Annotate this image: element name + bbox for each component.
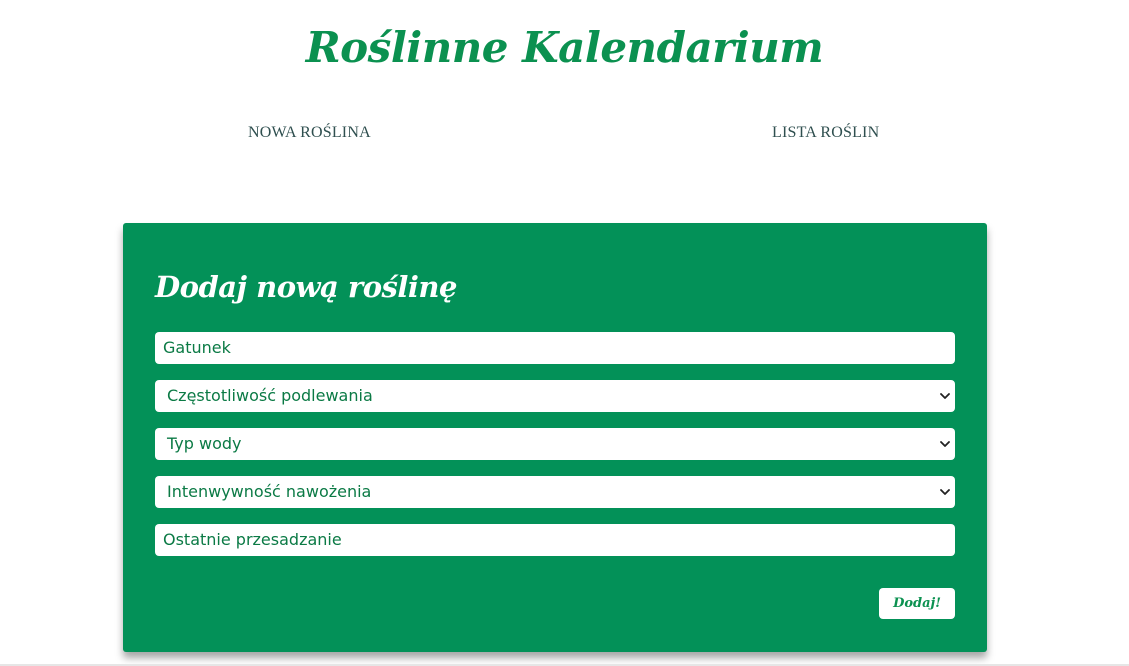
water-type-select[interactable]: Typ wody [155, 428, 955, 460]
water-type-selected: Typ wody [167, 434, 242, 453]
last-repotting-input[interactable] [155, 524, 955, 556]
app-title: Roślinne Kalendarium [305, 23, 824, 72]
form-heading: Dodaj nową roślinę [155, 270, 457, 304]
watering-frequency-selected: Częstotliwość podlewania [167, 386, 373, 405]
species-input[interactable] [155, 332, 955, 364]
chevron-down-icon [940, 393, 950, 399]
fertilizing-intensity-selected: Intenwywność nawożenia [167, 482, 372, 501]
watering-frequency-select[interactable]: Częstotliwość podlewania [155, 380, 955, 412]
chevron-down-icon [940, 489, 950, 495]
nav-link-plant-list[interactable]: LISTA ROŚLIN [772, 122, 879, 144]
chevron-down-icon [940, 441, 950, 447]
nav-link-new-plant[interactable]: NOWA ROŚLINA [248, 122, 371, 144]
add-plant-submit-button[interactable]: Dodaj! [879, 588, 955, 619]
fertilizing-intensity-select[interactable]: Intenwywność nawożenia [155, 476, 955, 508]
add-plant-form-card: Dodaj nową roślinę Częstotliwość podlewa… [123, 223, 987, 652]
